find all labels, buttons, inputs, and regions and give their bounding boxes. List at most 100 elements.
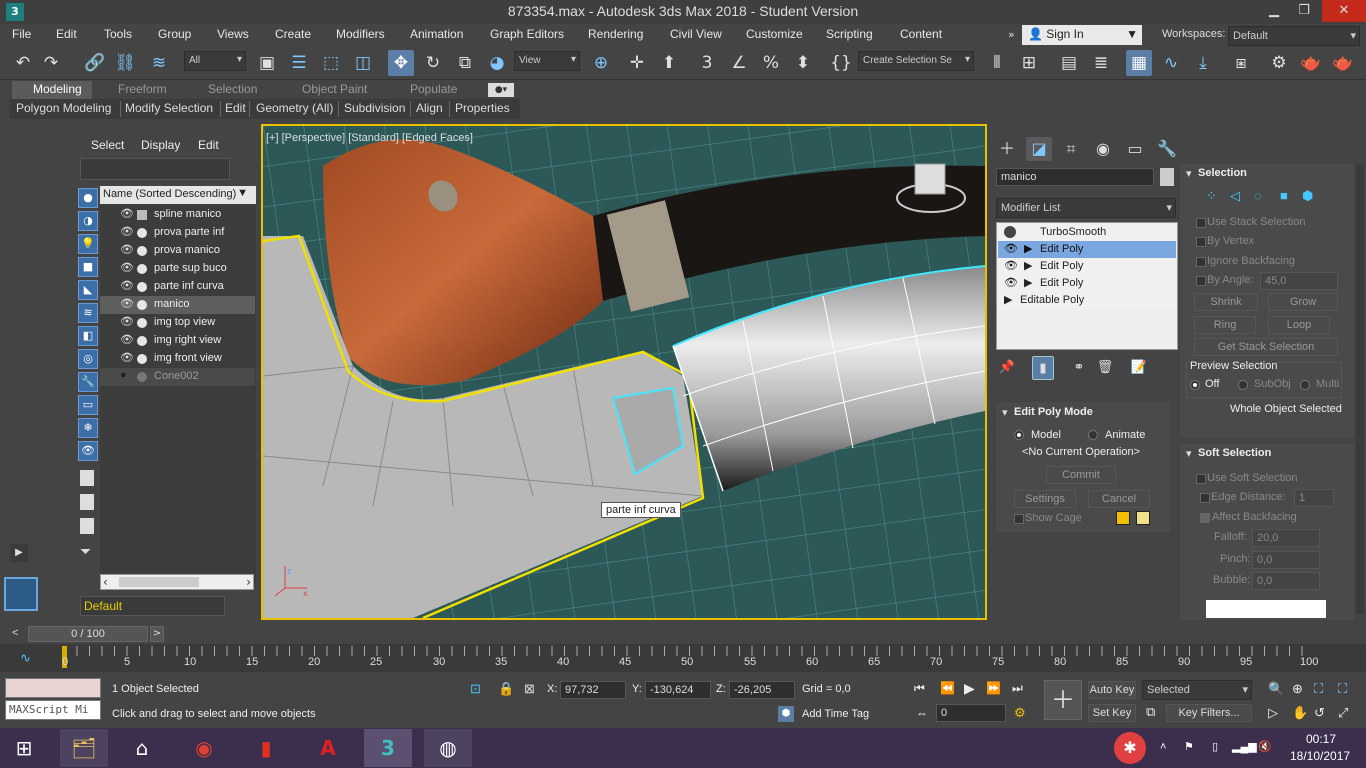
autocad-icon[interactable]: A	[304, 729, 352, 767]
stack-item-turbosmooth[interactable]: TurboSmooth	[998, 224, 1176, 241]
animate-radio[interactable]	[1088, 430, 1098, 440]
maxscript-listener-output[interactable]	[5, 678, 101, 698]
cage-selected-color-swatch[interactable]	[1136, 511, 1150, 525]
sign-in-button[interactable]: 👤 Sign In ▼	[1022, 25, 1142, 45]
polygon-mode-icon[interactable]: ■	[1280, 188, 1288, 203]
close-button[interactable]: ✕	[1322, 0, 1366, 22]
utilities-tab-icon[interactable]: 🔧	[1154, 137, 1180, 161]
menu-views[interactable]: Views	[217, 27, 249, 41]
pin-stack-icon[interactable]: 📌	[996, 356, 1018, 380]
scene-tab-edit[interactable]: Edit	[198, 138, 219, 152]
use-soft-selection-checkbox[interactable]	[1196, 474, 1206, 484]
expand-triangle-icon[interactable]: ▶	[1024, 276, 1032, 289]
select-place-icon[interactable]: ◕	[484, 50, 510, 76]
curve-editor-icon[interactable]: ∿	[1158, 50, 1184, 76]
list-item[interactable]: 👁 parte inf curva	[100, 278, 255, 296]
key-filter-icon[interactable]: ⧉	[1146, 704, 1155, 720]
list-item[interactable]: 👁 img front view	[100, 350, 255, 368]
display-invert-icon[interactable]	[80, 518, 94, 534]
key-mode-icon[interactable]: ⇔	[916, 706, 928, 720]
redo-icon[interactable]: ↷	[38, 50, 64, 76]
edge-mode-icon[interactable]: ◁	[1230, 188, 1240, 204]
spinner-snap-icon[interactable]: ⬍	[790, 50, 816, 76]
time-slider-thumb[interactable]: 0 / 100	[28, 626, 148, 642]
make-unique-icon[interactable]: ⚭	[1068, 356, 1090, 380]
maxscript-input[interactable]: MAXScript Mi	[5, 700, 101, 720]
goto-end-icon[interactable]: ⏭	[1012, 681, 1023, 696]
show-cage-checkbox[interactable]	[1014, 514, 1024, 524]
object-color-swatch[interactable]	[1160, 168, 1174, 186]
restore-button[interactable]: ❐	[1286, 0, 1322, 22]
preview-subobj-radio[interactable]	[1238, 380, 1248, 390]
list-item[interactable]: 👁 spline manico	[100, 206, 255, 224]
office-icon[interactable]: ▮	[242, 729, 290, 767]
scroll-thumb[interactable]	[119, 577, 199, 587]
panel-subdivision[interactable]: Subdivision	[344, 101, 405, 115]
angle-snap-icon[interactable]: ∠	[726, 50, 752, 76]
add-time-tag-button[interactable]: ⬢ Add Time Tag	[776, 704, 896, 724]
pivot-center-icon[interactable]: ⊕	[588, 50, 614, 76]
list-item[interactable]: 👁 img top view	[100, 314, 255, 332]
visibility-eye-icon[interactable]: 👁	[120, 279, 134, 292]
select-by-name-icon[interactable]: ☰	[286, 50, 312, 76]
eye-icon[interactable]: 👁	[1004, 259, 1018, 272]
modifier-list-dropdown[interactable]: Modifier List	[996, 198, 1176, 218]
z-coordinate-input[interactable]: -26,205	[729, 681, 795, 699]
menu-modifiers[interactable]: Modifiers	[336, 27, 385, 41]
filter-icon[interactable]: ⏷	[80, 544, 91, 560]
chrome-icon[interactable]: ◉	[180, 729, 228, 767]
next-frame-icon[interactable]: ⏩	[986, 681, 1001, 695]
hierarchy-tab-icon[interactable]: ⌗	[1058, 137, 1084, 161]
cage-color-swatch[interactable]	[1116, 511, 1130, 525]
select-object-icon[interactable]: ▣	[254, 50, 280, 76]
orbit-icon[interactable]: ↺	[1314, 705, 1325, 721]
workspace-dropdown[interactable]: Default	[1228, 26, 1360, 46]
list-item-selected[interactable]: 👁 manico	[100, 296, 255, 314]
zoom-icon[interactable]: 🔍	[1268, 681, 1284, 697]
menu-overflow-icon[interactable]: »	[1008, 28, 1015, 41]
motion-tab-icon[interactable]: ◉	[1090, 137, 1116, 161]
by-angle-checkbox[interactable]	[1196, 276, 1206, 286]
collapse-icon[interactable]: ▾	[1186, 167, 1192, 180]
zoom-extents-icon[interactable]: ⛶	[1314, 681, 1323, 697]
bulb-off-icon[interactable]	[1004, 226, 1016, 238]
display-shapes-icon[interactable]: ◑	[78, 211, 98, 231]
tray-volume-icon[interactable]: 🔇	[1258, 740, 1272, 753]
vertex-mode-icon[interactable]: ⁘	[1206, 188, 1217, 204]
visibility-eye-icon[interactable]: 👁	[120, 297, 134, 310]
falloff-spinner[interactable]: 20,0	[1252, 529, 1320, 547]
notification-badge-icon[interactable]: ✱	[1114, 732, 1146, 764]
selection-title[interactable]: Selection	[1198, 167, 1247, 179]
configure-modifier-sets-icon[interactable]: 📝	[1128, 356, 1150, 380]
modify-tab-icon[interactable]: ◪	[1026, 137, 1052, 161]
edit-poly-mode-title[interactable]: Edit Poly Mode	[1014, 406, 1093, 418]
link-icon[interactable]: 🔗	[82, 50, 108, 76]
visibility-eye-icon[interactable]: 👁	[120, 351, 134, 364]
menu-customize[interactable]: Customize	[746, 27, 803, 41]
time-next-button[interactable]: >	[150, 626, 164, 642]
panel-polygon-modeling[interactable]: Polygon Modeling	[16, 101, 111, 115]
scene-hscrollbar[interactable]: ‹ ›	[100, 574, 254, 590]
visibility-eye-icon[interactable]: 👁	[120, 333, 134, 346]
visibility-eye-icon[interactable]: 👁	[120, 261, 134, 274]
snap-toggle-icon[interactable]: 3	[694, 50, 720, 76]
model-radio[interactable]	[1014, 430, 1024, 440]
menu-file[interactable]: File	[12, 27, 31, 41]
stack-item-edit-poly[interactable]: 👁 ▶ Edit Poly	[998, 275, 1176, 292]
zoom-all-icon[interactable]: ⊕	[1292, 681, 1303, 697]
set-key-button[interactable]: Set Key	[1088, 704, 1136, 722]
menu-content[interactable]: Content	[900, 27, 942, 41]
y-coordinate-input[interactable]: -130,624	[645, 681, 711, 699]
settings-button[interactable]: Settings	[1014, 490, 1076, 508]
create-tab-icon[interactable]: ＋	[994, 137, 1020, 161]
ribbon-options-button[interactable]: ●▾	[488, 83, 514, 97]
keyboard-shortcut-icon[interactable]: ⬆	[656, 50, 682, 76]
get-stack-selection-button[interactable]: Get Stack Selection	[1194, 338, 1338, 356]
time-config-icon[interactable]: ⚙	[1014, 705, 1026, 721]
element-mode-icon[interactable]: ⬢	[1302, 188, 1313, 204]
eye-icon[interactable]: 👁	[1004, 242, 1018, 255]
eye-icon[interactable]: 👁	[1004, 276, 1018, 289]
menu-edit[interactable]: Edit	[56, 27, 77, 41]
tray-network-icon[interactable]: ⚑	[1184, 740, 1194, 753]
bubble-spinner[interactable]: 0,0	[1252, 572, 1320, 590]
